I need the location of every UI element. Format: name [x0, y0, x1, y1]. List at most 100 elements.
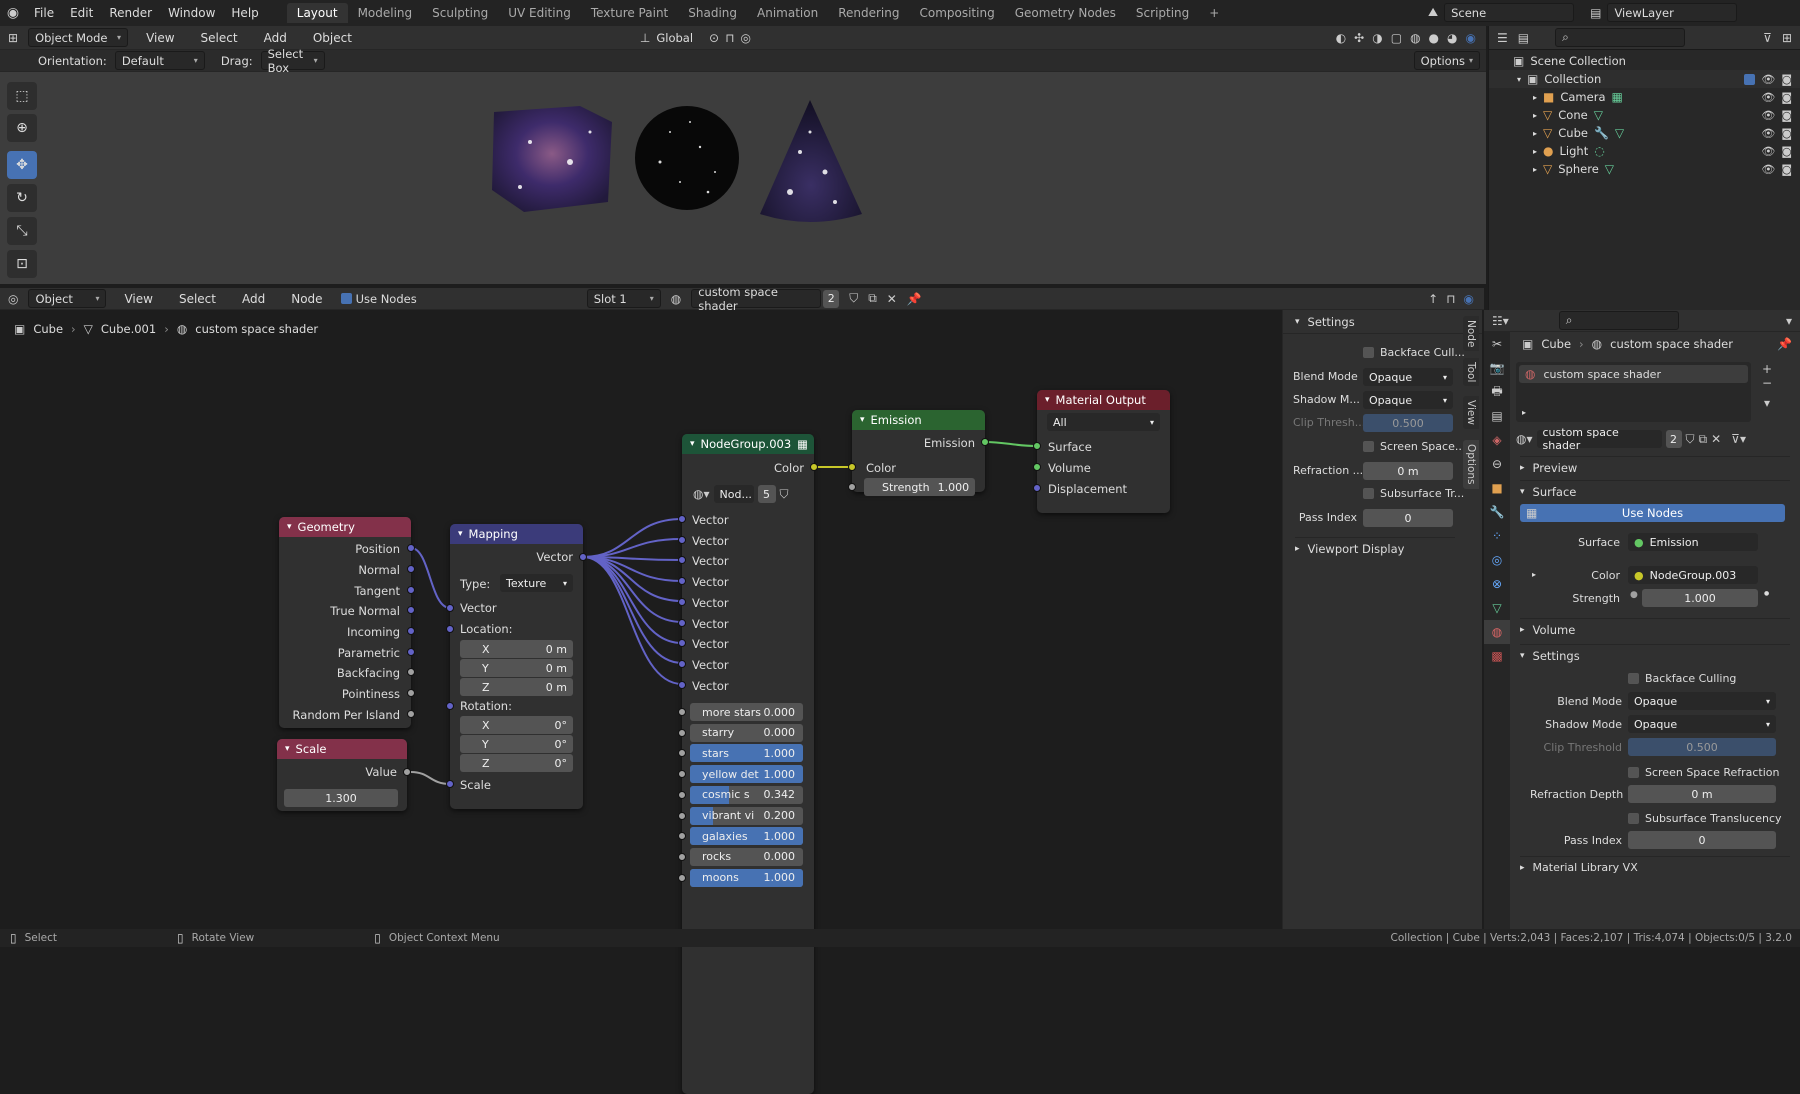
- unlink-icon[interactable]: ✕: [1711, 432, 1721, 446]
- socket-true-normal[interactable]: [407, 606, 415, 614]
- screen-space-refraction-checkbox[interactable]: [1628, 767, 1639, 778]
- expand-icon[interactable]: ▸: [1532, 570, 1536, 579]
- gizmo-icon[interactable]: ✣: [1354, 31, 1364, 45]
- transform-orientation-icon[interactable]: ⊥: [640, 31, 650, 45]
- socket-scale-value[interactable]: [403, 768, 411, 776]
- collapse-icon[interactable]: ▾: [860, 415, 865, 425]
- move-tool-icon[interactable]: ✥: [7, 151, 37, 179]
- particles-tab-icon[interactable]: ⁘: [1484, 524, 1510, 548]
- blend-mode-dropdown[interactable]: Opaque ▾: [1363, 368, 1453, 386]
- group-param-field[interactable]: vibrant vi 0.200: [690, 806, 803, 825]
- group-param-field[interactable]: galaxies 1.000: [690, 827, 803, 846]
- slot-selector[interactable]: Slot 1 ▾: [586, 289, 661, 308]
- outliner-item-light[interactable]: ▸ ● Light ◌ 👁 ◙: [1489, 142, 1800, 160]
- render-tab-icon[interactable]: 📷: [1484, 356, 1510, 380]
- outliner-item-cube[interactable]: ▸ ▽ Cube 🔧 ▽ 👁 ◙: [1489, 124, 1800, 142]
- shadow-mode-dropdown[interactable]: Opaque ▾: [1363, 391, 1453, 409]
- clip-threshold-field[interactable]: 0.500: [1363, 414, 1453, 432]
- tab-animation[interactable]: Animation: [747, 3, 828, 23]
- group-param-field[interactable]: yellow det 1.000: [690, 765, 803, 784]
- tab-layout[interactable]: Layout: [286, 3, 348, 23]
- camera-render-icon[interactable]: ◙: [1781, 145, 1792, 158]
- collapse-icon[interactable]: ▾: [690, 439, 695, 449]
- material-name-field[interactable]: custom space shader: [1536, 426, 1662, 452]
- tab-scripting[interactable]: Scripting: [1126, 3, 1199, 23]
- tool-tab-icon[interactable]: ✂: [1484, 332, 1510, 356]
- outliner-item-camera[interactable]: ▸ ■ Camera ▦ 👁 ◙: [1489, 88, 1800, 106]
- refraction-depth-field[interactable]: 0 m: [1628, 785, 1776, 803]
- remove-slot-icon[interactable]: −: [1758, 376, 1776, 390]
- tab-modeling[interactable]: Modeling: [348, 3, 423, 23]
- physics-tab-icon[interactable]: ◎: [1484, 548, 1510, 572]
- use-nodes-button[interactable]: ▦ Use Nodes: [1520, 504, 1785, 522]
- eye-icon[interactable]: 👁: [1761, 91, 1775, 104]
- constraints-tab-icon[interactable]: ⊗: [1484, 572, 1510, 596]
- socket-group-color-out[interactable]: [810, 463, 818, 471]
- wireframe-shading-icon[interactable]: ◍: [1410, 31, 1420, 45]
- cursor-tool-icon[interactable]: ⊕: [7, 114, 37, 142]
- select-box-tool-icon[interactable]: ⬚: [7, 82, 37, 110]
- outliner-item-cone[interactable]: ▸ ▽ Cone ▽ 👁 ◙: [1489, 106, 1800, 124]
- keyframe-dot-icon[interactable]: ●: [1764, 590, 1769, 597]
- shader-type-selector[interactable]: Object ▾: [28, 289, 107, 308]
- link-type-icon[interactable]: ⊽▾: [1731, 432, 1746, 446]
- cube-object[interactable]: [492, 106, 612, 212]
- pass-index-field[interactable]: 0: [1363, 509, 1453, 527]
- socket-parametric[interactable]: [407, 648, 415, 656]
- node-editor-canvas[interactable]: ▣ Cube › ▽ Cube.001 › ◍ custom space shader…: [0, 310, 1282, 1094]
- sst-checkbox[interactable]: [1363, 488, 1374, 499]
- scene-icon[interactable]: ⛰: [1428, 5, 1438, 20]
- viewport-menu-select[interactable]: Select: [193, 31, 246, 45]
- socket-mapping-rotation[interactable]: [446, 702, 454, 710]
- world-tab-icon[interactable]: ⊖: [1484, 452, 1510, 476]
- tab-texture-paint[interactable]: Texture Paint: [581, 3, 678, 23]
- scale-value-field[interactable]: 1.300: [284, 789, 398, 807]
- socket-mapping-vector-out[interactable]: [579, 553, 587, 561]
- slot-menu-icon[interactable]: ▾: [1758, 396, 1776, 410]
- socket-random-per-island[interactable]: [407, 710, 415, 718]
- editor-type-icon[interactable]: ⊞: [8, 31, 18, 45]
- socket-incoming[interactable]: [407, 627, 415, 635]
- menu-render[interactable]: Render: [101, 6, 160, 20]
- group-datablock[interactable]: ◍▾ Nod... 5 ⛉: [693, 485, 789, 503]
- sidebar-tab-tool[interactable]: Tool: [1463, 358, 1479, 387]
- expand-icon[interactable]: ▸: [1533, 111, 1537, 120]
- menu-file[interactable]: File: [26, 6, 62, 20]
- socket-group-param-7[interactable]: [678, 852, 686, 861]
- filter-icon[interactable]: ⊽: [1763, 31, 1772, 45]
- socket-pointiness[interactable]: [407, 689, 415, 697]
- material-shading-icon[interactable]: ◕: [1447, 31, 1457, 45]
- preview-section[interactable]: ▸ Preview: [1520, 456, 1790, 476]
- tab-compositing[interactable]: Compositing: [909, 3, 1004, 23]
- chevron-down-icon[interactable]: ▾: [1786, 314, 1792, 328]
- menu-window[interactable]: Window: [160, 6, 223, 20]
- socket-position[interactable]: [407, 544, 415, 552]
- solid-shading-icon[interactable]: ●: [1429, 31, 1439, 45]
- surface-section[interactable]: ▾ Surface: [1520, 480, 1790, 500]
- mapping-node-header[interactable]: ▾ Mapping: [450, 524, 583, 544]
- viewport-menu-object[interactable]: Object: [305, 31, 360, 45]
- material-slot-list[interactable]: ◍ custom space shader ▸: [1516, 362, 1751, 422]
- group-param-field[interactable]: starry 0.000: [690, 723, 803, 742]
- socket-output-surface[interactable]: [1033, 442, 1041, 450]
- node-tree-icon[interactable]: ◍▾: [693, 487, 710, 501]
- socket-normal[interactable]: [407, 565, 415, 573]
- options-dropdown[interactable]: Options ▾: [1413, 51, 1480, 70]
- rotate-tool-icon[interactable]: ↻: [7, 184, 37, 212]
- emission-node-header[interactable]: ▾ Emission: [852, 410, 985, 430]
- settings-section[interactable]: ▾ Settings: [1520, 644, 1790, 664]
- outliner-collection[interactable]: ▾ ▣ Collection 👁 ◙: [1489, 70, 1800, 88]
- proportional-edit-icon[interactable]: ◎: [740, 31, 750, 45]
- material-browse-icon[interactable]: ◍: [671, 292, 681, 306]
- pin-icon[interactable]: 📌: [1777, 337, 1792, 351]
- node-group-icon[interactable]: ▦: [797, 437, 808, 451]
- object-tab-icon[interactable]: ■: [1484, 476, 1510, 500]
- snap-icon[interactable]: ⊓: [725, 31, 734, 45]
- use-nodes-checkbox[interactable]: [340, 293, 352, 304]
- location-z-field[interactable]: Z0 m: [460, 678, 573, 696]
- rotation-y-field[interactable]: Y 0°: [460, 735, 573, 753]
- add-slot-icon[interactable]: +: [1758, 362, 1776, 376]
- new-collection-icon[interactable]: ⊞: [1782, 31, 1792, 45]
- tab-geometry-nodes[interactable]: Geometry Nodes: [1005, 3, 1126, 23]
- overlay-icon[interactable]: ◑: [1372, 31, 1382, 45]
